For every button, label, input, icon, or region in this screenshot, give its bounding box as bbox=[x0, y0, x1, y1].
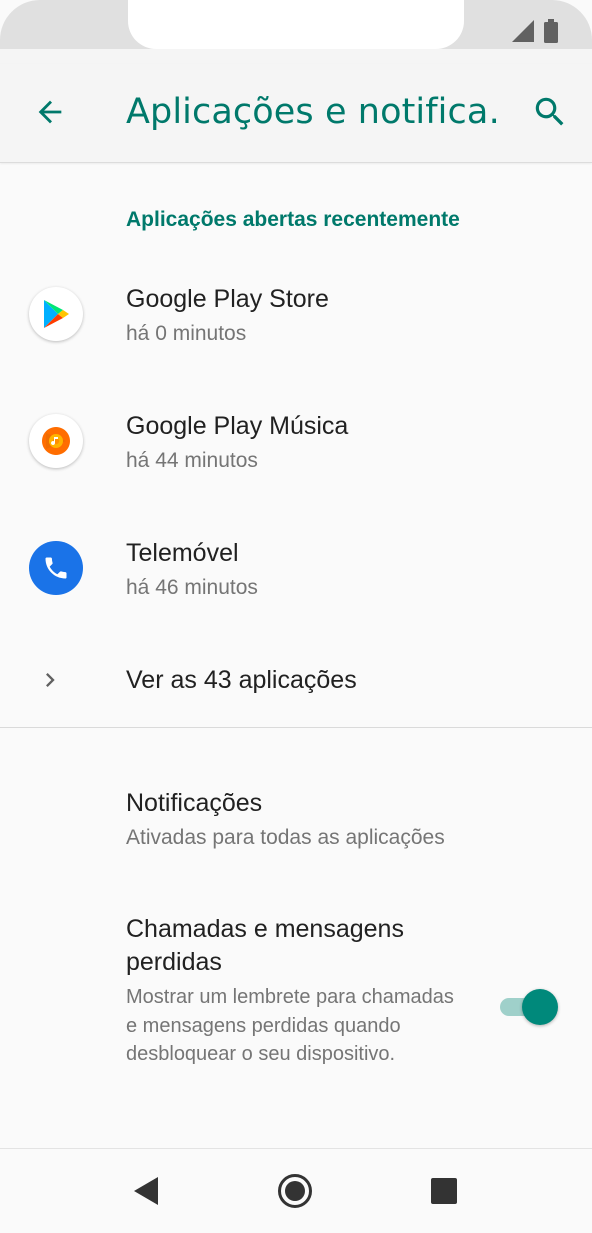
app-name: Google Play Música bbox=[126, 412, 349, 440]
app-last-used: há 44 minutos bbox=[126, 449, 258, 472]
battery-icon bbox=[544, 19, 558, 43]
missed-calls-toggle[interactable] bbox=[498, 989, 560, 1025]
see-all-apps-label: Ver as 43 aplicações bbox=[126, 666, 357, 694]
notifications-title: Notificações bbox=[126, 789, 263, 817]
search-icon bbox=[535, 97, 564, 126]
nav-home-button[interactable] bbox=[271, 1167, 319, 1215]
nav-back-button[interactable] bbox=[122, 1167, 170, 1215]
nav-home-icon bbox=[278, 1174, 312, 1208]
nav-recents-icon bbox=[431, 1178, 457, 1204]
app-last-used: há 46 minutos bbox=[126, 576, 258, 599]
phone-icon bbox=[29, 541, 83, 595]
nav-back-icon bbox=[134, 1177, 158, 1205]
status-bar bbox=[0, 0, 592, 64]
back-button[interactable] bbox=[26, 88, 74, 136]
app-name: Telemóvel bbox=[126, 539, 239, 567]
play-store-icon bbox=[29, 287, 83, 341]
app-bar: Aplicações e notifica… bbox=[0, 64, 592, 163]
notifications-setting[interactable]: Notificações Ativadas para todas as apli… bbox=[0, 770, 592, 870]
missed-calls-title: Chamadas e mensagens perdidas bbox=[126, 915, 404, 976]
missed-calls-setting[interactable]: Chamadas e mensagens perdidas Mostrar um… bbox=[0, 905, 592, 1115]
notifications-subtitle: Ativadas para todas as aplicações bbox=[126, 826, 445, 849]
signal-icon bbox=[512, 20, 534, 42]
see-all-apps-button[interactable]: Ver as 43 aplicações bbox=[0, 640, 592, 726]
app-last-used: há 0 minutos bbox=[126, 322, 247, 345]
chevron-right-icon bbox=[46, 673, 55, 687]
page-title: Aplicações e notifica… bbox=[126, 92, 496, 132]
camera-notch bbox=[128, 0, 464, 49]
app-name: Google Play Store bbox=[126, 285, 329, 313]
arrow-back-icon bbox=[38, 100, 62, 124]
search-button[interactable] bbox=[526, 88, 574, 136]
toggle-thumb bbox=[522, 989, 558, 1025]
missed-calls-description: Mostrar um lembrete para chamadas e mens… bbox=[126, 986, 454, 1065]
section-header-recent: Aplicações abertas recentemente bbox=[126, 208, 460, 231]
play-music-icon bbox=[29, 414, 83, 468]
list-item-app[interactable]: Google Play Store há 0 minutos bbox=[0, 260, 592, 370]
nav-recents-button[interactable] bbox=[420, 1167, 468, 1215]
navigation-bar bbox=[0, 1148, 592, 1233]
divider bbox=[0, 727, 592, 728]
list-item-app[interactable]: Google Play Música há 44 minutos bbox=[0, 387, 592, 497]
list-item-app[interactable]: Telemóvel há 46 minutos bbox=[0, 514, 592, 624]
